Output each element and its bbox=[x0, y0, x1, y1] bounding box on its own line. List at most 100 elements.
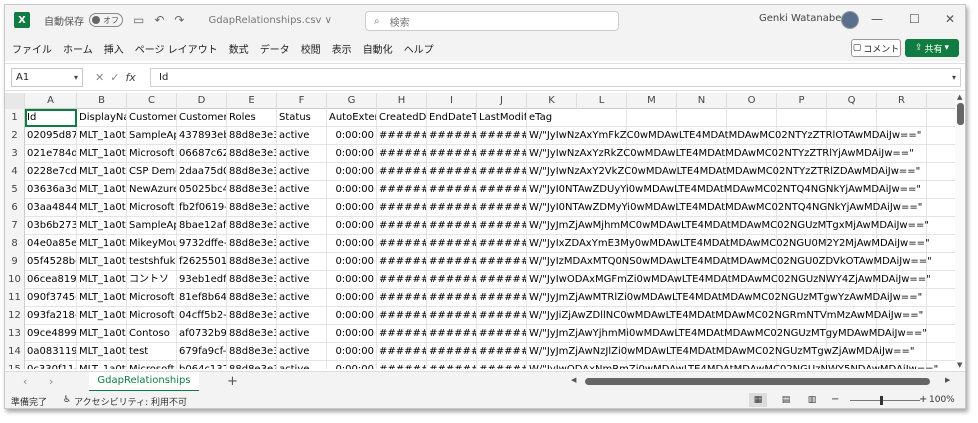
cell[interactable]: W/"JyJmZjAwNzJlZi0wMDAwLTE4MDAtMDAwMC02N… bbox=[527, 343, 947, 361]
cell[interactable]: ####### bbox=[377, 271, 427, 289]
row-header[interactable]: 1 bbox=[5, 109, 25, 127]
search-box[interactable]: ⌕ 検索 bbox=[365, 11, 619, 31]
cell[interactable]: MLT_1a0t bbox=[77, 271, 127, 289]
cell[interactable]: ####### bbox=[377, 325, 427, 343]
zoom-slider-thumb[interactable] bbox=[880, 396, 883, 405]
cell[interactable]: MLT_1a0t bbox=[77, 307, 127, 325]
minimize-button[interactable]: — bbox=[871, 12, 883, 26]
cell[interactable]: ####### bbox=[377, 217, 427, 235]
cell[interactable]: MLT_1a0t bbox=[77, 145, 127, 163]
cell[interactable]: Microsoft bbox=[127, 145, 177, 163]
column-header-d[interactable]: D bbox=[177, 93, 227, 109]
cell[interactable]: 2daa75d0- bbox=[177, 163, 227, 181]
cell[interactable]: active bbox=[277, 253, 327, 271]
cell[interactable]: ####### bbox=[427, 199, 477, 217]
cell[interactable]: active bbox=[277, 325, 327, 343]
cell[interactable]: W/"JyIzMDAxMTQ0NS0wMDAwLTE4MDAtMDAwMC02N… bbox=[527, 253, 947, 271]
cell[interactable]: 021e784d- bbox=[25, 145, 77, 163]
cell[interactable]: active bbox=[277, 217, 327, 235]
cell[interactable]: SampleAp bbox=[127, 217, 177, 235]
row-header[interactable]: 10 bbox=[5, 271, 25, 289]
cell[interactable]: W/"JyIwODAxNmRmZi0wMDAwLTE4MDAtMDAwMC02N… bbox=[527, 361, 947, 369]
cell[interactable]: W/"JyJmZjAwMTRlZi0wMDAwLTE4MDAtMDAwMC02N… bbox=[527, 289, 947, 307]
cell[interactable]: active bbox=[277, 235, 327, 253]
row-header[interactable]: 12 bbox=[5, 307, 25, 325]
cell[interactable]: ####### bbox=[427, 253, 477, 271]
menu-page-layout[interactable]: ページ レイアウト bbox=[135, 41, 218, 56]
cell[interactable]: 05f4528b- bbox=[25, 253, 77, 271]
cell[interactable]: Customer bbox=[177, 109, 227, 127]
cell[interactable]: ####### bbox=[477, 271, 527, 289]
cell[interactable]: f2625501- bbox=[177, 253, 227, 271]
column-header-e[interactable]: E bbox=[227, 93, 277, 109]
cell[interactable]: ####### bbox=[427, 145, 477, 163]
fx-icon[interactable]: fx bbox=[125, 71, 135, 84]
cell[interactable]: 88d8e3e3- bbox=[227, 253, 277, 271]
cell[interactable]: 88d8e3e3- bbox=[227, 145, 277, 163]
cell[interactable]: 0:00:00 bbox=[327, 253, 377, 271]
cell[interactable]: ####### bbox=[427, 127, 477, 145]
cell[interactable]: 8bae12af- bbox=[177, 217, 227, 235]
cell[interactable]: MikeyMou bbox=[127, 235, 177, 253]
cell[interactable]: SampleAp bbox=[127, 127, 177, 145]
normal-view-button[interactable]: ▦ bbox=[749, 393, 767, 407]
cell[interactable]: 06687c62- bbox=[177, 145, 227, 163]
row-header[interactable]: 15 bbox=[5, 361, 25, 369]
cell[interactable]: 9732dffe- bbox=[177, 235, 227, 253]
cell[interactable]: ####### bbox=[427, 325, 477, 343]
prev-sheet-icon[interactable]: ‹ bbox=[23, 375, 27, 388]
autosave-toggle[interactable]: オフ bbox=[89, 13, 123, 27]
cell[interactable]: 09ce4899- bbox=[25, 325, 77, 343]
cell[interactable]: 0a083119- bbox=[25, 343, 77, 361]
add-sheet-button[interactable]: + bbox=[227, 374, 238, 389]
next-sheet-icon[interactable]: › bbox=[49, 375, 53, 388]
menu-file[interactable]: ファイル bbox=[12, 41, 52, 56]
cell[interactable]: 437893eb- bbox=[177, 127, 227, 145]
row-header[interactable]: 11 bbox=[5, 289, 25, 307]
cell[interactable]: Roles bbox=[227, 109, 277, 127]
cell[interactable]: Id bbox=[25, 109, 77, 127]
cell[interactable]: ####### bbox=[477, 145, 527, 163]
column-header-n[interactable]: N bbox=[677, 93, 727, 109]
cell[interactable]: 04e0a85e- bbox=[25, 235, 77, 253]
cell[interactable]: active bbox=[277, 145, 327, 163]
cell[interactable]: 03aa4844- bbox=[25, 199, 77, 217]
horizontal-scrollbar[interactable] bbox=[585, 378, 930, 385]
cell[interactable]: ####### bbox=[477, 235, 527, 253]
cell[interactable]: ####### bbox=[377, 145, 427, 163]
cell[interactable]: 0:00:00 bbox=[327, 325, 377, 343]
cell[interactable]: 06cea819- bbox=[25, 271, 77, 289]
cell[interactable]: 88d8e3e3- bbox=[227, 163, 277, 181]
cell[interactable]: Microsoft bbox=[127, 307, 177, 325]
menu-review[interactable]: 校閲 bbox=[301, 41, 321, 56]
formula-input[interactable]: Id ▾ bbox=[150, 68, 961, 87]
cell[interactable]: MLT_1a0t bbox=[77, 181, 127, 199]
column-header-m[interactable]: M bbox=[627, 93, 677, 109]
cell[interactable]: NewAzure bbox=[127, 181, 177, 199]
cell[interactable]: 0:00:00 bbox=[327, 235, 377, 253]
cell[interactable]: ####### bbox=[427, 361, 477, 369]
cell[interactable]: b064c137- bbox=[177, 361, 227, 369]
cell[interactable]: 04cff5b2- bbox=[177, 307, 227, 325]
zoom-in-button[interactable]: + bbox=[919, 394, 927, 405]
row-header[interactable]: 7 bbox=[5, 217, 25, 235]
cell[interactable]: 88d8e3e3- bbox=[227, 271, 277, 289]
cell[interactable]: 0:00:00 bbox=[327, 307, 377, 325]
cell[interactable]: Status bbox=[277, 109, 327, 127]
cell[interactable]: Customer bbox=[127, 109, 177, 127]
enter-icon[interactable]: ✓ bbox=[110, 71, 119, 84]
worksheet-grid[interactable]: ABCDEFGHIJKLMNOPQR 1 Id DisplayNa Customer C… bbox=[5, 93, 955, 369]
row-header[interactable]: 6 bbox=[5, 199, 25, 217]
cell[interactable]: test bbox=[127, 343, 177, 361]
cell[interactable]: active bbox=[277, 163, 327, 181]
cell[interactable]: W/"JyIwNzAxYzRkZC0wMDAwLTE4MDAtMDAwMC02N… bbox=[527, 145, 947, 163]
menu-view[interactable]: 表示 bbox=[332, 41, 352, 56]
cell[interactable]: ####### bbox=[477, 199, 527, 217]
menu-data[interactable]: データ bbox=[260, 41, 290, 56]
comment-button[interactable]: ▢ コメント bbox=[851, 39, 901, 57]
page-break-view-button[interactable]: ▥ bbox=[803, 393, 821, 407]
cell[interactable]: 0:00:00 bbox=[327, 199, 377, 217]
cell[interactable]: 05025bc4- bbox=[177, 181, 227, 199]
cell[interactable]: 03636a3d- bbox=[25, 181, 77, 199]
cell[interactable]: W/"JyIwODAxMGFmZi0wMDAwLTE4MDAtMDAwMC02N… bbox=[527, 271, 947, 289]
